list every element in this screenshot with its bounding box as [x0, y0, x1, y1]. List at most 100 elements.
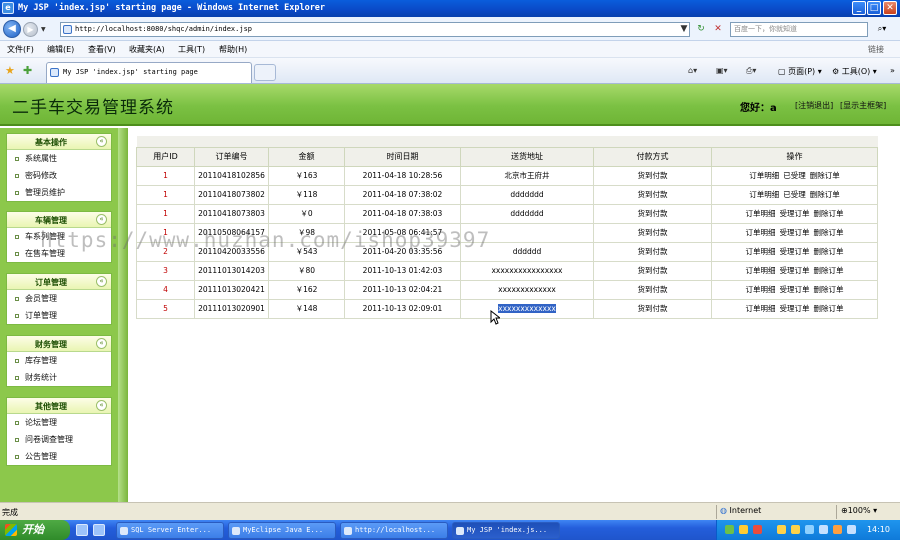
- collapse-icon[interactable]: «: [96, 338, 107, 349]
- sidebar-item-forum[interactable]: 论坛管理: [7, 414, 111, 431]
- delete-order-link[interactable]: 删除订单: [814, 304, 844, 313]
- accept-order-link[interactable]: 受理订单: [780, 247, 810, 256]
- start-button[interactable]: 开始: [0, 520, 70, 540]
- delete-order-link[interactable]: 删除订单: [810, 190, 840, 199]
- ime-icon[interactable]: [819, 525, 828, 534]
- menu-tools[interactable]: 工具(T): [178, 44, 205, 55]
- sidebar-item-password[interactable]: 密码修改: [7, 167, 111, 184]
- menu-help[interactable]: 帮助(H): [219, 44, 247, 55]
- sidebar-splitter[interactable]: [118, 128, 128, 502]
- back-button[interactable]: ◀: [3, 20, 21, 38]
- tab-bar: ★ ✚ My JSP 'index.jsp' starting page ⌂▾ …: [0, 58, 900, 84]
- show-desktop-icon[interactable]: [76, 524, 88, 536]
- delete-order-link[interactable]: 删除订单: [814, 285, 844, 294]
- history-dropdown-icon[interactable]: ▼: [41, 26, 46, 33]
- address-input[interactable]: http://localhost:8080/shqc/admin/index.j…: [60, 22, 690, 37]
- security-zone[interactable]: ◍ Internet: [720, 506, 761, 515]
- print-icon[interactable]: ⎙▾: [746, 66, 756, 76]
- accept-order-link[interactable]: 受理订单: [780, 285, 810, 294]
- ie-quicklaunch-icon[interactable]: [93, 524, 105, 536]
- sidebar-item-system[interactable]: 系统属性: [7, 150, 111, 167]
- taskbar-item-myeclipse[interactable]: MyEclipse Java E...: [228, 522, 336, 539]
- order-detail-link[interactable]: 订单明细: [746, 304, 776, 313]
- order-detail-link[interactable]: 订单明细: [746, 228, 776, 237]
- qq-icon[interactable]: [739, 525, 748, 534]
- sidebar-item-inventory[interactable]: 库存管理: [7, 352, 111, 369]
- accept-order-link[interactable]: 受理订单: [780, 304, 810, 313]
- search-input[interactable]: 百度一下，你就知道: [730, 22, 868, 37]
- volume-icon[interactable]: [805, 525, 814, 534]
- zoom-control[interactable]: ⊕100% ▾: [841, 506, 877, 515]
- network-icon[interactable]: [725, 525, 734, 534]
- cell-address: xxxxxxxxxxxxx: [460, 298, 594, 319]
- sidebar-item-notice[interactable]: 公告管理: [7, 448, 111, 465]
- collapse-icon[interactable]: «: [96, 276, 107, 287]
- delete-order-link[interactable]: 删除订单: [814, 228, 844, 237]
- group-header[interactable]: 财务管理 «: [7, 336, 111, 352]
- group-header[interactable]: 车辆管理 «: [7, 212, 111, 228]
- delete-order-link[interactable]: 删除订单: [814, 266, 844, 275]
- taskbar-item-localhost[interactable]: http://localhost...: [340, 522, 448, 539]
- more-commands-icon[interactable]: »: [890, 66, 895, 75]
- messenger-icon[interactable]: [791, 525, 800, 534]
- security-tray-icon[interactable]: [753, 525, 762, 534]
- delete-order-link[interactable]: 删除订单: [810, 171, 840, 180]
- stop-icon[interactable]: ✕: [711, 22, 725, 37]
- accept-order-link[interactable]: 受理订单: [780, 209, 810, 218]
- order-detail-link[interactable]: 订单明细: [746, 247, 776, 256]
- home-icon[interactable]: ⌂▾: [688, 66, 697, 75]
- order-detail-link[interactable]: 订单明细: [749, 171, 779, 180]
- logout-link[interactable]: [注销退出]: [795, 100, 833, 111]
- taskbar-item-sqlserver[interactable]: SQL Server Enter...: [116, 522, 224, 539]
- collapse-icon[interactable]: «: [96, 136, 107, 147]
- accept-order-link[interactable]: 已受理: [783, 190, 806, 199]
- group-header[interactable]: 基本操作 «: [7, 134, 111, 150]
- accept-order-link[interactable]: 受理订单: [780, 228, 810, 237]
- menu-view[interactable]: 查看(V): [88, 44, 116, 55]
- sidebar-item-members[interactable]: 会员管理: [7, 290, 111, 307]
- accept-order-link[interactable]: 已受理: [783, 171, 806, 180]
- add-favorite-icon[interactable]: ✚: [23, 64, 32, 77]
- sidebar-item-admins[interactable]: 管理员维护: [7, 184, 111, 201]
- tools-menu-button[interactable]: ⚙ 工具(O) ▾: [832, 66, 877, 77]
- refresh-icon[interactable]: ↻: [694, 22, 708, 37]
- maximize-button[interactable]: □: [867, 1, 881, 15]
- watermark: https://www.huzhan.com/ishop39397: [40, 228, 491, 252]
- new-tab-button[interactable]: [254, 64, 276, 81]
- forward-button[interactable]: ▶: [23, 22, 38, 37]
- minimize-button[interactable]: _: [852, 1, 866, 15]
- bullet-icon: [15, 438, 19, 442]
- search-icon[interactable]: ⌕▾: [871, 22, 893, 37]
- taskbar-item-active-ie[interactable]: My JSP 'index.js...: [452, 522, 560, 539]
- menu-file[interactable]: 文件(F): [7, 44, 34, 55]
- display-icon[interactable]: [847, 525, 856, 534]
- menu-edit[interactable]: 编辑(E): [47, 44, 74, 55]
- app-tray-icon[interactable]: [833, 525, 842, 534]
- cell-payment: 货到付款: [593, 260, 712, 281]
- delete-order-link[interactable]: 删除订单: [814, 247, 844, 256]
- show-frame-link[interactable]: [显示主框架]: [840, 100, 886, 111]
- messenger-icon[interactable]: [777, 525, 786, 534]
- address-dropdown-icon[interactable]: ▼: [677, 22, 691, 37]
- collapse-icon[interactable]: «: [96, 400, 107, 411]
- feeds-icon[interactable]: ▣▾: [716, 66, 728, 75]
- order-detail-link[interactable]: 订单明细: [749, 190, 779, 199]
- order-detail-link[interactable]: 订单明细: [746, 266, 776, 275]
- tab-active[interactable]: My JSP 'index.jsp' starting page: [46, 62, 252, 83]
- sidebar-item-survey[interactable]: 问卷调查管理: [7, 431, 111, 448]
- group-header[interactable]: 其他管理 «: [7, 398, 111, 414]
- page-menu-button[interactable]: ▢ 页面(P) ▾: [778, 66, 822, 77]
- sidebar-item-orders[interactable]: 订单管理: [7, 307, 111, 324]
- links-label[interactable]: 链接: [868, 44, 884, 55]
- order-detail-link[interactable]: 订单明细: [746, 209, 776, 218]
- order-detail-link[interactable]: 订单明细: [746, 285, 776, 294]
- favorites-star-icon[interactable]: ★: [5, 64, 15, 77]
- accept-order-link[interactable]: 受理订单: [780, 266, 810, 275]
- group-header[interactable]: 订单管理 «: [7, 274, 111, 290]
- col-amount: 金额: [268, 146, 345, 167]
- sidebar-item-finance-stats[interactable]: 财务统计: [7, 369, 111, 386]
- delete-order-link[interactable]: 删除订单: [814, 209, 844, 218]
- menu-favorites[interactable]: 收藏夹(A): [129, 44, 165, 55]
- collapse-icon[interactable]: «: [96, 214, 107, 225]
- close-button[interactable]: ✕: [883, 1, 897, 15]
